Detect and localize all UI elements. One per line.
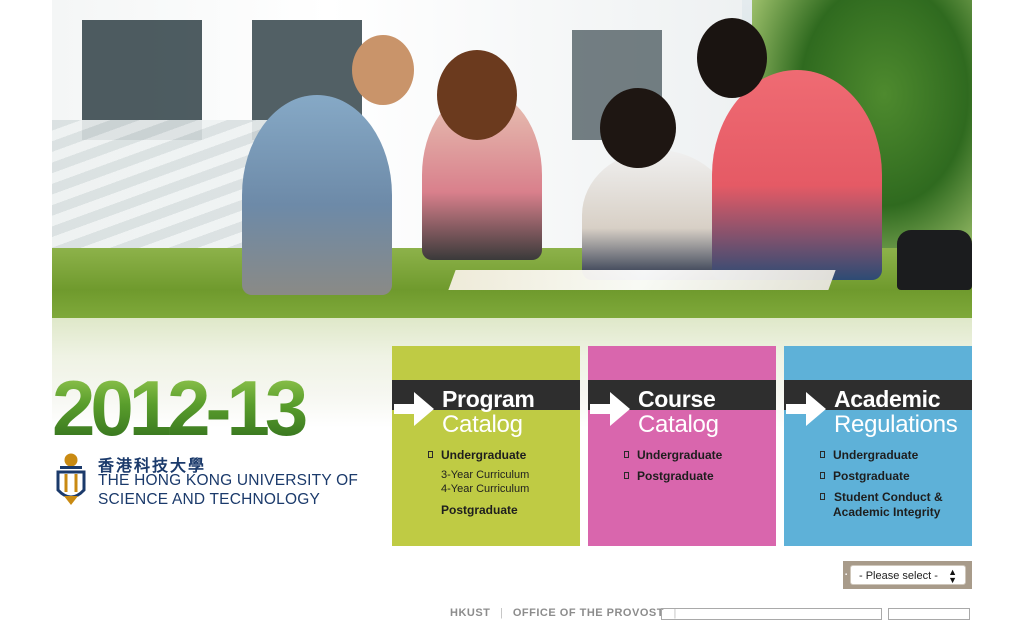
university-name-line1: THE HONG KONG UNIVERSITY OF bbox=[98, 472, 359, 489]
university-name-line2: SCIENCE AND TECHNOLOGY bbox=[98, 491, 321, 508]
quick-links-select-frame: ▪ - Please select - ▲ ▼ bbox=[843, 561, 972, 589]
backpack bbox=[897, 230, 972, 290]
program-4-year-curriculum-link[interactable]: 4-Year Curriculum bbox=[441, 483, 529, 495]
footer-separator: | bbox=[499, 607, 504, 619]
panel-title[interactable]: Program bbox=[442, 386, 535, 413]
bullet-icon bbox=[624, 451, 629, 458]
student-figure bbox=[582, 150, 732, 280]
bullet-icon bbox=[820, 493, 825, 500]
arrow-right-icon bbox=[394, 392, 434, 426]
program-3-year-curriculum-link[interactable]: 3-Year Curriculum bbox=[441, 469, 529, 481]
hkust-emblem-icon[interactable] bbox=[54, 452, 88, 507]
bullet-icon bbox=[820, 451, 825, 458]
panel-subtitle[interactable]: Regulations bbox=[834, 411, 958, 439]
bullet-icon bbox=[820, 472, 825, 479]
course-undergraduate-link[interactable]: Undergraduate bbox=[637, 448, 722, 462]
course-postgraduate-link[interactable]: Postgraduate bbox=[637, 469, 714, 483]
select-value: - Please select - bbox=[859, 570, 938, 582]
student-figure bbox=[712, 70, 882, 280]
footer-links: HKUST | OFFICE OF THE PROVOST | bbox=[450, 607, 683, 619]
regulations-postgraduate-link[interactable]: Postgraduate bbox=[833, 469, 910, 483]
panel-title[interactable]: Academic bbox=[834, 386, 941, 413]
quick-links-select[interactable]: - Please select - ▲ ▼ bbox=[850, 565, 966, 585]
program-postgraduate-link[interactable]: Postgraduate bbox=[441, 503, 518, 517]
study-papers bbox=[448, 270, 836, 290]
footer-search-input[interactable] bbox=[661, 608, 882, 620]
student-conduct-link[interactable]: Student Conduct & bbox=[834, 490, 943, 504]
student-head bbox=[697, 18, 767, 98]
bullet-icon bbox=[624, 472, 629, 479]
office-of-provost-link[interactable]: OFFICE OF THE PROVOST bbox=[513, 607, 664, 619]
panel-title[interactable]: Course bbox=[638, 386, 716, 413]
academic-integrity-link[interactable]: Academic Integrity bbox=[833, 505, 940, 519]
arrow-right-icon bbox=[786, 392, 826, 426]
arrow-right-icon bbox=[590, 392, 630, 426]
hero-photo bbox=[52, 0, 972, 318]
student-head bbox=[437, 50, 517, 140]
student-head bbox=[352, 35, 414, 105]
academic-regulations-panel: Academic Regulations Undergraduate Postg… bbox=[784, 346, 972, 546]
bullet-icon bbox=[428, 451, 433, 458]
course-catalog-panel: Course Catalog Undergraduate Postgraduat… bbox=[588, 346, 776, 546]
bullet-icon: ▪ bbox=[845, 572, 848, 578]
program-undergraduate-link[interactable]: Undergraduate bbox=[441, 448, 526, 462]
updown-arrows-icon: ▲ ▼ bbox=[948, 567, 957, 585]
student-figure bbox=[242, 95, 392, 295]
program-catalog-panel: Program Catalog Undergraduate 3-Year Cur… bbox=[392, 346, 580, 546]
student-head bbox=[600, 88, 676, 168]
footer-input[interactable] bbox=[888, 608, 970, 620]
academic-year-title: 2012-13 bbox=[52, 368, 388, 448]
hkust-link[interactable]: HKUST bbox=[450, 607, 490, 619]
panel-subtitle[interactable]: Catalog bbox=[638, 411, 719, 439]
regulations-undergraduate-link[interactable]: Undergraduate bbox=[833, 448, 918, 462]
panel-subtitle[interactable]: Catalog bbox=[442, 411, 523, 439]
